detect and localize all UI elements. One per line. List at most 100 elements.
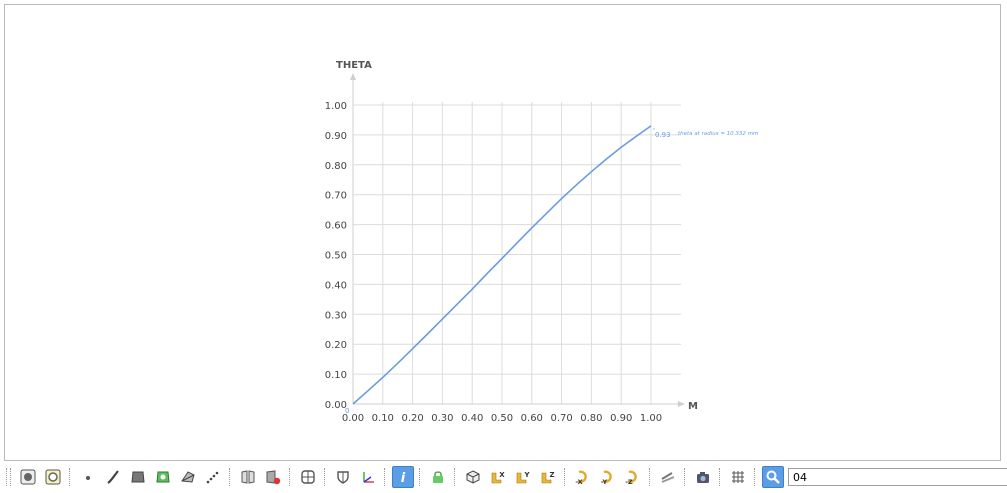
- x-tick-label: 0.50: [491, 413, 513, 424]
- section-button[interactable]: [657, 466, 679, 488]
- svg-text:-X: -X: [575, 478, 582, 485]
- rotate-neg-z-button[interactable]: -Z: [622, 466, 644, 488]
- view-x-icon: X: [489, 469, 507, 485]
- camera-icon: [695, 469, 711, 485]
- toolbar-separator: [419, 468, 421, 486]
- search-input[interactable]: [788, 468, 1007, 486]
- svg-text:i: i: [400, 471, 405, 485]
- ring-frame-icon: [45, 469, 61, 485]
- x-tick-label: 0.20: [401, 413, 423, 424]
- series-name-label: theta at radius = 10.332 mm: [678, 131, 758, 137]
- camera-button[interactable]: [692, 466, 714, 488]
- surface-button[interactable]: [127, 466, 149, 488]
- grid-quad-icon: [300, 469, 316, 485]
- rotate-neg-x-icon: -X: [573, 469, 593, 485]
- curve-icon: [105, 469, 121, 485]
- point-button[interactable]: [77, 466, 99, 488]
- y-tick-label: 0.70: [325, 191, 347, 202]
- points-line-icon: [205, 469, 221, 485]
- y-tick-label: 0.60: [325, 221, 347, 232]
- svg-text:-Y: -Y: [600, 478, 607, 485]
- grid-button[interactable]: [727, 466, 749, 488]
- y-tick-label: 0.80: [325, 161, 347, 172]
- split-faces-icon: [240, 469, 256, 485]
- x-tick-label: 0.80: [580, 413, 602, 424]
- x-tick-label: 0.30: [431, 413, 453, 424]
- search-icon: [765, 469, 781, 485]
- toolbar-separator: [229, 468, 231, 486]
- shield-icon: [335, 469, 351, 485]
- view-z-button[interactable]: Z: [537, 466, 559, 488]
- split-faces-button[interactable]: [237, 466, 259, 488]
- toolbar-separator: [684, 468, 686, 486]
- rotate-neg-x-button[interactable]: -X: [572, 466, 594, 488]
- green-face-icon: [155, 469, 171, 485]
- view-y-button[interactable]: Y: [512, 466, 534, 488]
- cube-view-button[interactable]: [462, 466, 484, 488]
- svg-text:Y: Y: [523, 471, 530, 479]
- svg-text:X: X: [499, 471, 505, 479]
- green-face-button[interactable]: [152, 466, 174, 488]
- y-tick-label: 0.90: [325, 131, 347, 142]
- x-axis-arrow: [678, 401, 685, 407]
- x-tick-label: 0.70: [550, 413, 572, 424]
- curve-button[interactable]: [102, 466, 124, 488]
- rotate-neg-y-button[interactable]: -Y: [597, 466, 619, 488]
- svg-text:Z: Z: [549, 471, 554, 479]
- y-tick-label: 0.10: [325, 370, 347, 381]
- y-tick-label: 0.40: [325, 280, 347, 291]
- view-z-icon: Z: [539, 469, 557, 485]
- toolbar-grip[interactable]: [6, 468, 11, 486]
- points-line-button[interactable]: [202, 466, 224, 488]
- solid-button[interactable]: [177, 466, 199, 488]
- axes-button[interactable]: [357, 466, 379, 488]
- y-tick-label: 0.50: [325, 251, 347, 262]
- view-x-button[interactable]: X: [487, 466, 509, 488]
- search-button[interactable]: [761, 466, 784, 488]
- filled-circle-frame-icon: [20, 469, 36, 485]
- y-tick-label: 0.20: [325, 340, 347, 351]
- grid-quad-button[interactable]: [297, 466, 319, 488]
- rotate-neg-z-icon: -Z: [623, 469, 643, 485]
- start-value-label: 0: [345, 407, 349, 415]
- toolbar-separator: [649, 468, 651, 486]
- toolbar-separator: [754, 468, 756, 486]
- toolbar-separator: [289, 468, 291, 486]
- y-tick-label: 0.00: [325, 400, 347, 411]
- delete-faces-button[interactable]: [262, 466, 284, 488]
- y-axis-label: THETA: [336, 60, 372, 71]
- series-layer: [352, 125, 655, 405]
- end-value-label: 0.93: [655, 131, 671, 139]
- filled-circle-frame-button[interactable]: [17, 466, 39, 488]
- x-tick-label: 0.10: [372, 413, 394, 424]
- x-tick-label: 0.60: [521, 413, 543, 424]
- tick-labels: 0.00 0.10 0.20 0.30 0.40 0.50 0.60 0.70 0.80 0.90…: [325, 101, 662, 424]
- lock-icon: [430, 469, 446, 485]
- x-tick-label: 0.40: [461, 413, 483, 424]
- shield-button[interactable]: [332, 466, 354, 488]
- view-y-icon: Y: [514, 469, 532, 485]
- toolbar-separator: [564, 468, 566, 486]
- x-tick-label: 0.90: [610, 413, 632, 424]
- axes-icon: [360, 469, 376, 485]
- cube-view-icon: [465, 469, 481, 485]
- info-button[interactable]: i: [391, 466, 414, 488]
- y-tick-label: 0.30: [325, 310, 347, 321]
- x-tick-label: 1.00: [640, 413, 662, 424]
- toolbar-separator: [454, 468, 456, 486]
- solid-icon: [180, 469, 196, 485]
- ring-frame-button[interactable]: [42, 466, 64, 488]
- line-chart: 0.00 0.10 0.20 0.30 0.40 0.50 0.60 0.70 0.80 0.90…: [325, 60, 759, 424]
- view-toolbar: i X Y Z -X -Y -Z: [4, 463, 1007, 491]
- info-icon: i: [395, 469, 411, 485]
- toolbar-separator: [324, 468, 326, 486]
- grid-icon: [730, 469, 746, 485]
- axes: [350, 73, 685, 407]
- section-icon: [660, 469, 676, 485]
- svg-text:-Z: -Z: [625, 478, 633, 485]
- y-axis-arrow: [350, 73, 356, 80]
- lock-button[interactable]: [427, 466, 449, 488]
- toolbar-separator: [69, 468, 71, 486]
- delete-faces-icon: [265, 469, 281, 485]
- surface-icon: [130, 469, 146, 485]
